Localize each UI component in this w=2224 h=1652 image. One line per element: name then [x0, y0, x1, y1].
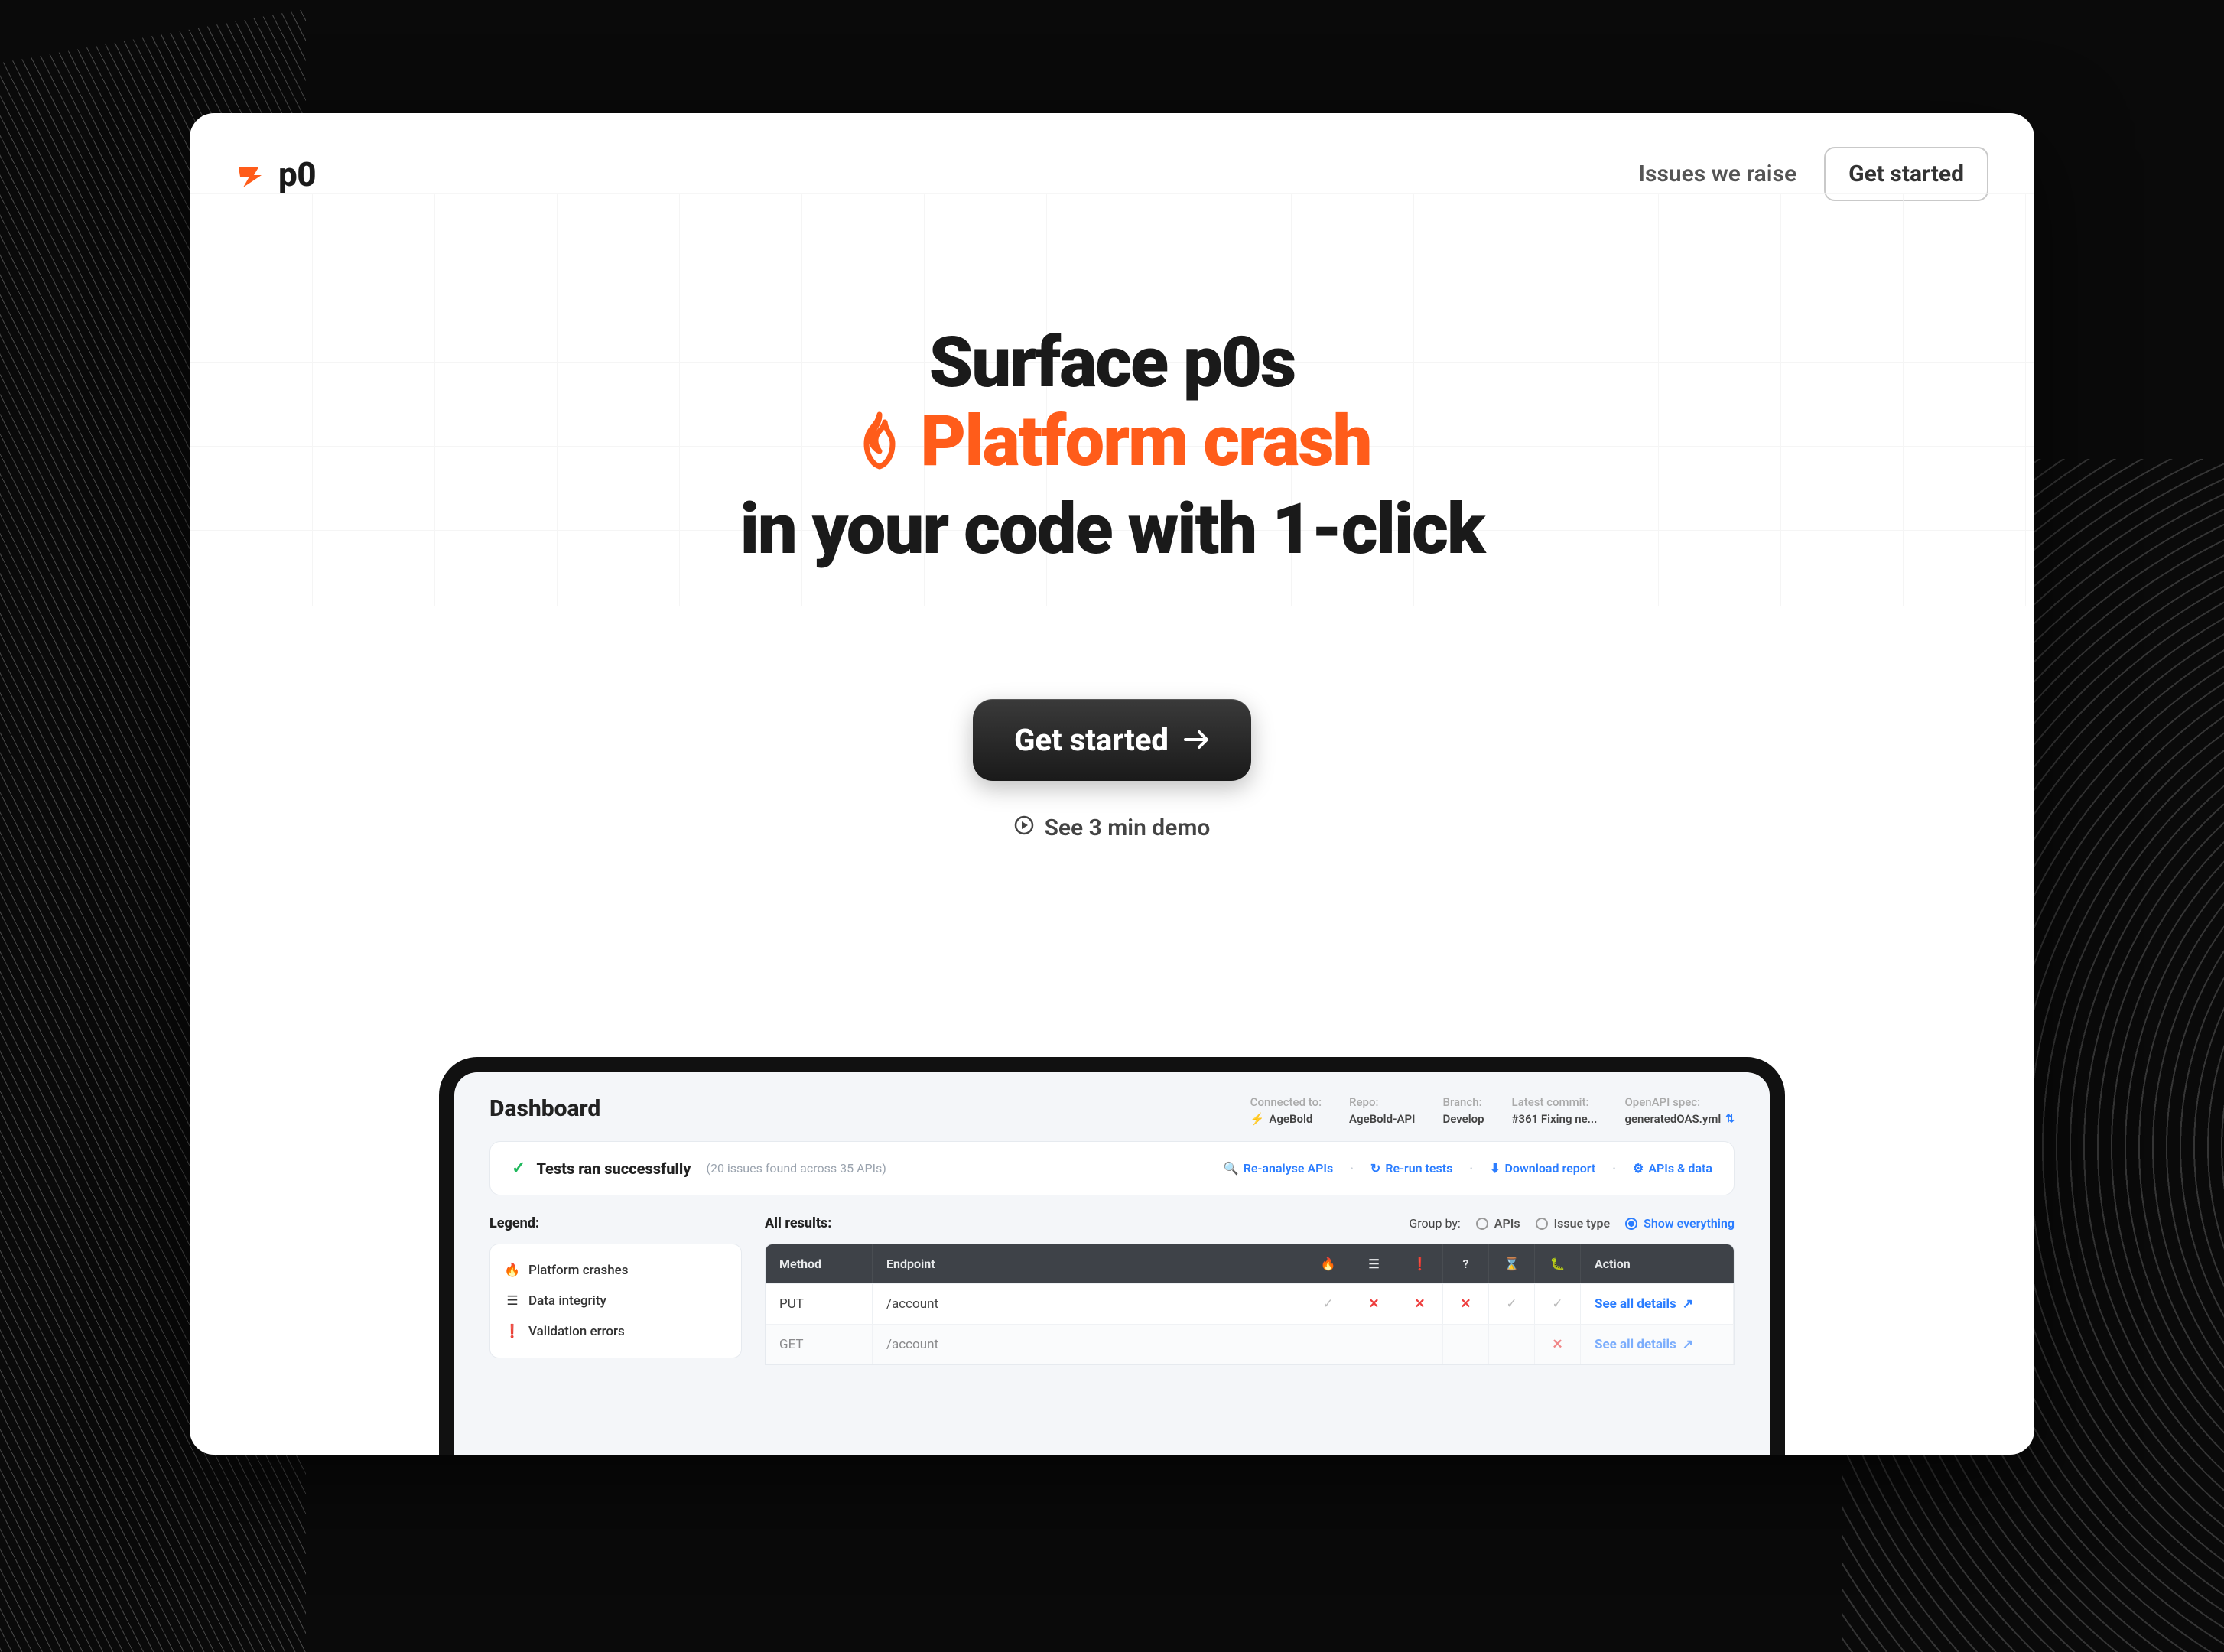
col-flame-icon: 🔥 [1305, 1244, 1351, 1283]
meta-connected: Connected to: ⚡AgeBold [1250, 1095, 1322, 1126]
exclaim-icon: ❗ [506, 1324, 519, 1339]
download-link[interactable]: ⬇Download report [1490, 1161, 1595, 1176]
dashboard-header: Dashboard Connected to: ⚡AgeBold Repo: A… [454, 1072, 1770, 1141]
meta-commit: Latest commit: #361 Fixing ne... [1512, 1095, 1598, 1126]
status-bar: ✓ Tests ran successfully (20 issues foun… [489, 1141, 1735, 1195]
group-by-apis-radio[interactable]: APIs [1476, 1216, 1520, 1231]
results-table: Method Endpoint 🔥 ☰ ❗ ? ⌛ 🐛 Action PUT /… [765, 1244, 1735, 1365]
legend-platform-crashes[interactable]: 🔥 Platform crashes [490, 1255, 741, 1286]
legend-validation-errors[interactable]: ❗ Validation errors [490, 1316, 741, 1347]
reanalyse-link[interactable]: 🔍Re-analyse APIs [1224, 1161, 1333, 1176]
col-method: Method [766, 1244, 873, 1283]
status-sub: (20 issues found across 35 APIs) [706, 1161, 886, 1176]
results-title: All results: [765, 1215, 832, 1231]
col-hourglass-icon: ⌛ [1489, 1244, 1535, 1283]
check-icon: ✓ [512, 1159, 525, 1178]
meta-repo: Repo: AgeBold-API [1349, 1095, 1415, 1126]
hero-headline: Surface p0s Platform crash in your code … [190, 324, 2034, 569]
col-question-icon: ? [1443, 1244, 1489, 1283]
legend-title: Legend: [489, 1215, 742, 1231]
search-icon: 🔍 [1224, 1161, 1239, 1176]
play-icon [1014, 815, 1034, 841]
legend-data-integrity[interactable]: ☰ Data integrity [490, 1286, 741, 1316]
table-row: PUT /account ✓ ✕ ✕ ✕ ✓ ✓ See all details… [766, 1283, 1734, 1324]
results-column: All results: Group by: APIs Issue type S… [765, 1215, 1735, 1365]
hero-accent: Platform crash [853, 402, 1370, 481]
header-nav: Issues we raise Get started [1638, 147, 1988, 201]
col-disk-icon: ☰ [1351, 1244, 1397, 1283]
legend-column: Legend: 🔥 Platform crashes ☰ Data integr… [489, 1215, 742, 1365]
logo-text: p0 [278, 154, 316, 194]
group-by-controls: Group by: APIs Issue type Show everythin… [1409, 1216, 1735, 1231]
show-everything-radio[interactable]: Show everything [1625, 1216, 1735, 1231]
col-bug-icon: 🐛 [1535, 1244, 1581, 1283]
hero-line3: in your code with 1-click [740, 489, 1484, 571]
legend-card: 🔥 Platform crashes ☰ Data integrity ❗ Va… [489, 1244, 742, 1358]
col-exclaim-icon: ❗ [1397, 1244, 1443, 1283]
group-by-issue-radio[interactable]: Issue type [1536, 1216, 1611, 1231]
get-started-cta[interactable]: Get started [973, 699, 1251, 781]
status-actions: 🔍Re-analyse APIs · ↻Re-run tests · ⬇Down… [1224, 1161, 1712, 1176]
group-by-label: Group by: [1409, 1216, 1460, 1231]
flame-icon [853, 410, 906, 474]
dashboard-meta: Connected to: ⚡AgeBold Repo: AgeBold-API… [1250, 1095, 1735, 1126]
dashboard-preview: Dashboard Connected to: ⚡AgeBold Repo: A… [439, 1057, 1785, 1455]
hero-line1: Surface p0s [929, 322, 1296, 404]
hero: Surface p0s Platform crash in your code … [190, 201, 2034, 841]
swap-icon: ⇅ [1725, 1113, 1735, 1125]
see-all-details-link[interactable]: See all details↗ [1595, 1337, 1693, 1352]
gear-icon: ⚙ [1633, 1161, 1644, 1176]
site-panel: p0 Issues we raise Get started Surface p… [190, 113, 2034, 1455]
table-header: Method Endpoint 🔥 ☰ ❗ ? ⌛ 🐛 Action [766, 1244, 1734, 1283]
status-title: Tests ran successfully [536, 1159, 691, 1178]
dashboard-title: Dashboard [489, 1095, 600, 1122]
col-action: Action [1581, 1244, 1734, 1283]
logo[interactable]: p0 [236, 154, 316, 194]
issues-we-raise-link[interactable]: Issues we raise [1638, 161, 1796, 187]
external-icon: ↗ [1683, 1337, 1693, 1352]
meta-branch: Branch: Develop [1442, 1095, 1484, 1126]
header: p0 Issues we raise Get started [190, 113, 2034, 201]
download-icon: ⬇ [1490, 1161, 1500, 1176]
apis-data-link[interactable]: ⚙APIs & data [1633, 1161, 1712, 1176]
logo-icon [236, 158, 268, 190]
see-demo-link[interactable]: See 3 min demo [1014, 815, 1211, 841]
see-all-details-link[interactable]: See all details↗ [1595, 1296, 1693, 1312]
get-started-nav-button[interactable]: Get started [1824, 147, 1988, 201]
demo-text: See 3 min demo [1045, 815, 1211, 841]
flame-icon: 🔥 [506, 1263, 519, 1278]
hero-accent-text: Platform crash [920, 402, 1370, 481]
disk-icon: ☰ [506, 1293, 519, 1309]
rerun-link[interactable]: ↻Re-run tests [1370, 1161, 1452, 1176]
cta-label: Get started [1014, 722, 1169, 758]
external-icon: ↗ [1683, 1296, 1693, 1312]
meta-openapi: OpenAPI spec: generatedOAS.yml⇅ [1624, 1095, 1735, 1126]
col-endpoint: Endpoint [873, 1244, 1305, 1283]
arrow-right-icon [1184, 722, 1210, 758]
table-row: GET /account ✕ See all details↗ [766, 1324, 1734, 1364]
refresh-icon: ↻ [1370, 1161, 1380, 1176]
